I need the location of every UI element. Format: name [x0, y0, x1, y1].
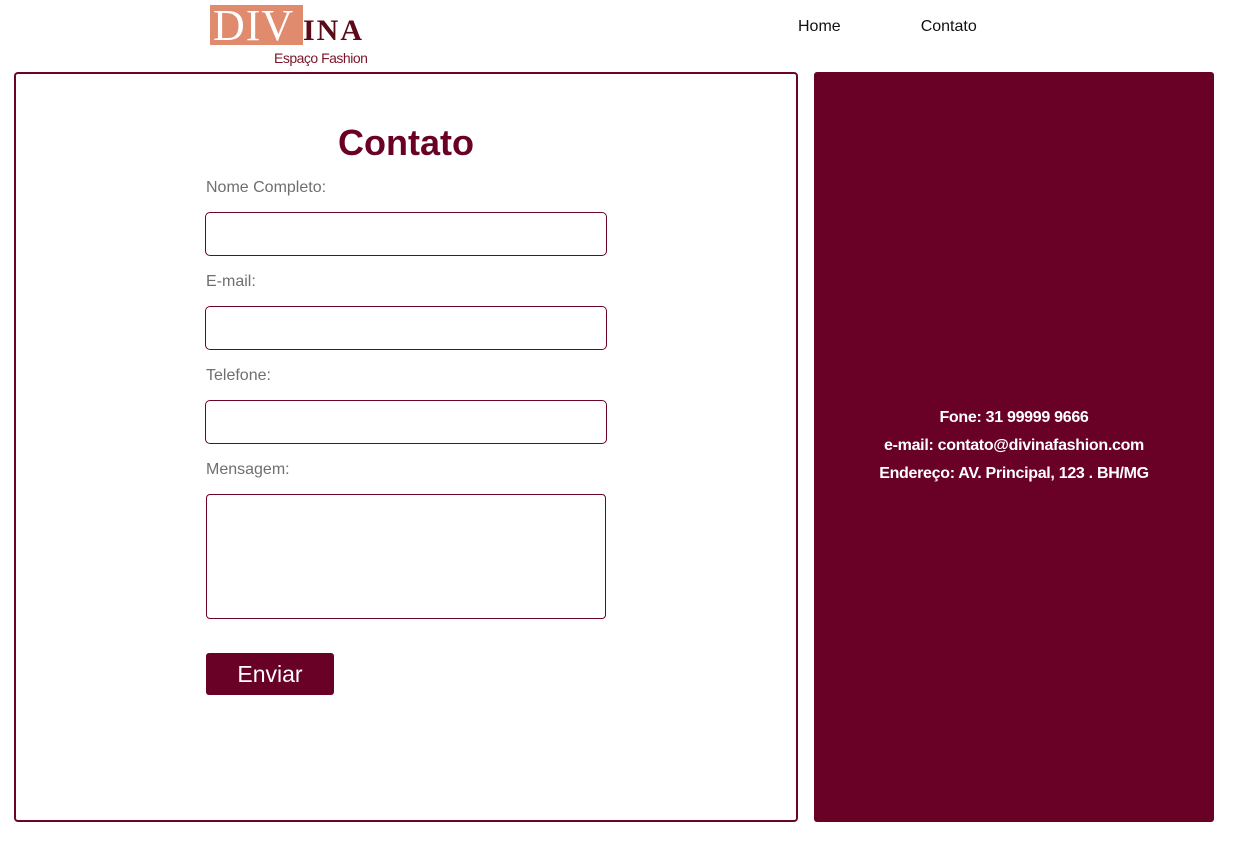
name-field[interactable] [205, 212, 607, 256]
contact-form-panel: Contato Nome Completo: E-mail: Telefone:… [14, 72, 798, 822]
phone-label: Telefone: [206, 367, 271, 384]
info-phone: Fone: 31 99999 9666 [939, 409, 1089, 426]
message-label: Mensagem: [206, 461, 290, 478]
info-email: e-mail: contato@divinafashion.com [884, 437, 1144, 454]
email-field[interactable] [205, 306, 607, 350]
nav-link-contato[interactable]: Contato [921, 18, 977, 36]
name-label: Nome Completo: [206, 179, 327, 196]
email-label: E-mail: [206, 273, 256, 290]
phone-field[interactable] [205, 400, 607, 444]
top-nav: Home Contato [798, 18, 977, 36]
info-address: Endereço: AV. Principal, 123 . BH/MG [879, 465, 1149, 482]
logo-suffix-text: INA [303, 14, 365, 47]
logo-tagline: Espaço Fashion [274, 50, 368, 66]
brand-logo[interactable]: DIV INA Espaço Fashion [210, 1, 370, 69]
logo-main-text: DIV [213, 1, 295, 50]
contact-info-panel: Fone: 31 99999 9666 e-mail: contato@divi… [814, 72, 1214, 822]
page-title: Contato [338, 122, 474, 163]
nav-link-home[interactable]: Home [798, 18, 841, 36]
message-textarea[interactable] [206, 494, 606, 619]
contact-info: Fone: 31 99999 9666 e-mail: contato@divi… [814, 404, 1214, 488]
submit-button[interactable]: Enviar [206, 653, 334, 695]
